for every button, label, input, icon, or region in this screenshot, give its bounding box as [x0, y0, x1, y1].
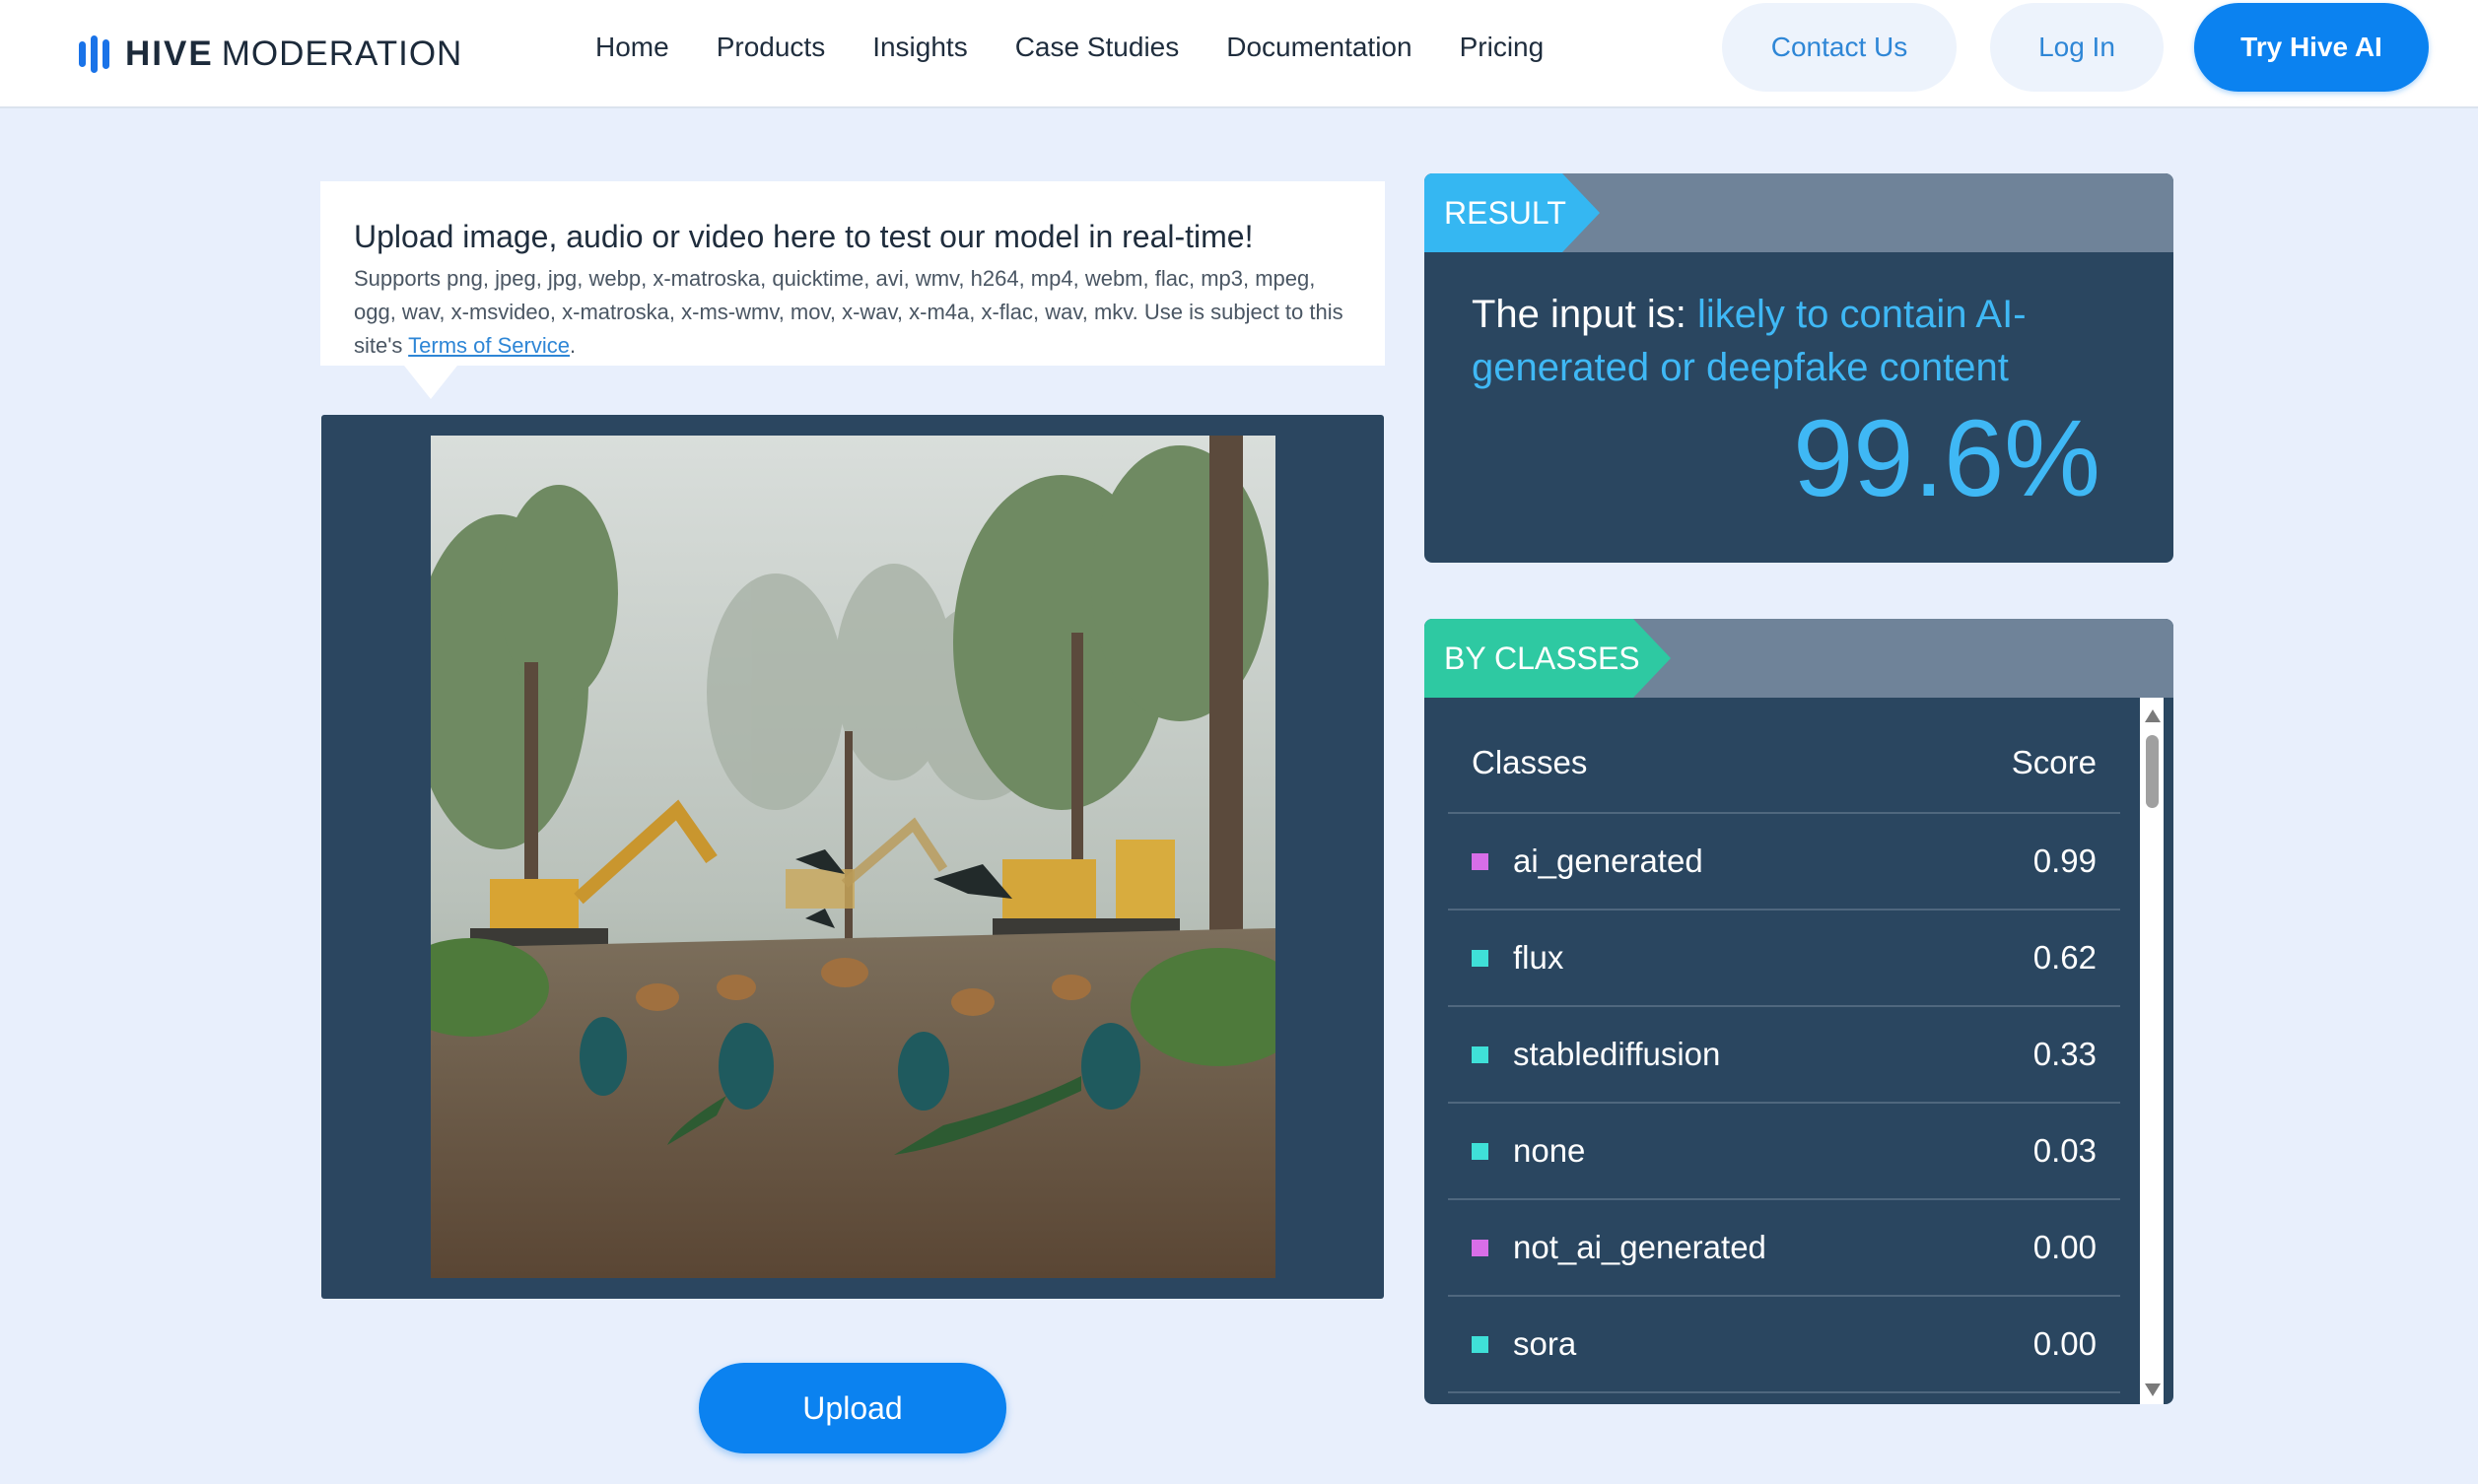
logo-text-moderation: MODERATION — [221, 34, 463, 73]
class-row-not-ai-generated: not_ai_generated 0.00 — [1448, 1200, 2120, 1297]
scroll-down-arrow-icon[interactable] — [2145, 1383, 2161, 1396]
classes-table-header: Classes Score — [1448, 698, 2120, 814]
main-nav: Home Products Insights Case Studies Docu… — [572, 0, 1567, 95]
class-color-square — [1472, 1239, 1488, 1256]
by-classes-panel: BY CLASSES Classes Score ai_generated 0.… — [1424, 619, 2173, 1404]
scroll-up-arrow-icon[interactable] — [2145, 709, 2161, 722]
class-score: 0.33 — [2032, 1036, 2097, 1072]
result-panel: RESULT The input is: likely to contain A… — [1424, 173, 2173, 563]
uploaded-image-preview — [431, 436, 1275, 1278]
class-row-ai-generated: ai_generated 0.99 — [1448, 814, 2120, 911]
class-row-sora: sora 0.00 — [1448, 1297, 2120, 1393]
class-score: 0.00 — [2032, 1325, 2097, 1362]
class-color-square — [1472, 1046, 1488, 1063]
verdict-prefix: The input is: — [1472, 293, 1698, 336]
nav-case-studies[interactable]: Case Studies — [992, 32, 1204, 63]
class-row-none: none 0.03 — [1448, 1104, 2120, 1200]
class-name: stablediffusion — [1513, 1036, 1721, 1072]
top-navigation-bar: HIVE MODERATION Home Products Insights C… — [0, 0, 2478, 108]
overall-score: 99.6% — [1793, 398, 2100, 519]
class-score: 0.03 — [2032, 1132, 2097, 1169]
by-classes-tag: BY CLASSES — [1424, 619, 1671, 698]
try-hive-ai-button[interactable]: Try Hive AI — [2194, 3, 2429, 92]
class-name: flux — [1513, 939, 1564, 976]
nav-pricing[interactable]: Pricing — [1436, 32, 1568, 63]
class-color-square — [1472, 1335, 1488, 1353]
upload-heading: Upload image, audio or video here to tes… — [354, 219, 1254, 254]
terms-suffix: . — [569, 333, 577, 358]
class-row-flux: flux 0.62 — [1448, 911, 2120, 1007]
nav-home[interactable]: Home — [572, 32, 693, 63]
column-header-classes: Classes — [1472, 744, 1588, 780]
classes-panel-header: BY CLASSES — [1424, 619, 2173, 698]
class-name: none — [1513, 1132, 1586, 1169]
hive-logo-icon — [79, 35, 109, 73]
scrollbar-thumb[interactable] — [2146, 735, 2159, 808]
classes-table[interactable]: Classes Score ai_generated 0.99 flux 0.6… — [1448, 698, 2120, 1404]
nav-products[interactable]: Products — [693, 32, 850, 63]
result-verdict: The input is: likely to contain AI-gener… — [1472, 288, 2122, 394]
result-tag: RESULT — [1424, 173, 1600, 252]
class-score: 0.62 — [2032, 939, 2097, 976]
supported-formats-text: Supports png, jpeg, jpg, webp, x-matrosk… — [354, 262, 1351, 363]
class-name: not_ai_generated — [1513, 1229, 1766, 1265]
class-name: sora — [1513, 1325, 1577, 1362]
class-score: 0.00 — [2032, 1229, 2097, 1265]
log-in-button[interactable]: Log In — [1990, 3, 2164, 92]
terms-of-service-link[interactable]: Terms of Service — [408, 333, 570, 358]
logo-text-hive: HIVE — [125, 34, 214, 73]
class-color-square — [1472, 1142, 1488, 1160]
class-color-square — [1472, 852, 1488, 870]
callout-pointer — [404, 366, 457, 399]
nav-insights[interactable]: Insights — [849, 32, 992, 63]
nav-documentation[interactable]: Documentation — [1203, 32, 1435, 63]
contact-us-button[interactable]: Contact Us — [1722, 3, 1957, 92]
upload-instructions-card: Upload image, audio or video here to tes… — [320, 181, 1385, 366]
class-name: ai_generated — [1513, 843, 1703, 879]
column-header-score: Score — [2011, 744, 2097, 780]
media-preview-panel[interactable] — [321, 415, 1384, 1299]
result-panel-header: RESULT — [1424, 173, 2173, 252]
class-row-stablediffusion: stablediffusion 0.33 — [1448, 1007, 2120, 1104]
hive-moderation-logo[interactable]: HIVE MODERATION — [79, 30, 462, 79]
classes-scrollbar[interactable] — [2140, 698, 2164, 1404]
class-color-square — [1472, 949, 1488, 967]
class-score: 0.99 — [2032, 843, 2097, 879]
upload-button[interactable]: Upload — [699, 1363, 1006, 1453]
